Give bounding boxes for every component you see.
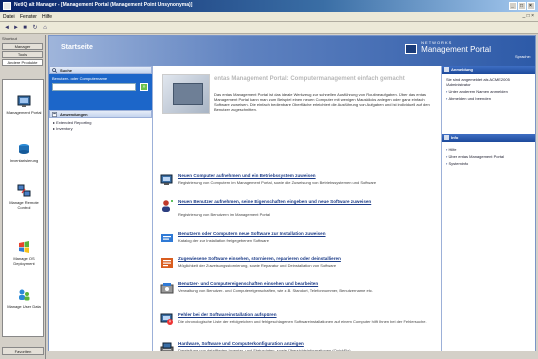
- info-panel-header: Info: [442, 134, 535, 142]
- shortcut-list: Management Portal Inventarisierung Manag…: [2, 79, 44, 337]
- applications-list: ▸ Extended Reporting ▸ Inventory: [49, 118, 152, 134]
- link-login-other-user[interactable]: Unter anderem Namen anmelden: [446, 89, 531, 94]
- search-icon: [52, 68, 57, 73]
- nav-column: Suche Benutzer- oder Computername » Anwe…: [49, 66, 153, 356]
- portal-header: Startseite NETWORKS Management Portal Sp…: [49, 36, 535, 66]
- intro-image: [162, 74, 210, 114]
- back-icon[interactable]: ◄: [3, 24, 11, 32]
- properties-icon: [160, 283, 174, 294]
- task-new-computer: Neuen Computer aufnehmen und ein Betrieb…: [160, 172, 436, 194]
- intro-title: entas Management Portal: Computermanagem…: [214, 76, 405, 82]
- favorites-button[interactable]: Favoriten: [2, 347, 44, 355]
- right-column: Anmeldung Sie sind angemeldet als ACME20…: [441, 66, 535, 356]
- portal-icon: [17, 95, 31, 107]
- new-user-icon: [162, 200, 173, 212]
- menu-bar: Datei Fenster Hilfe _ □ ×: [0, 12, 538, 22]
- task-link[interactable]: Hardware, Software und Computerkonfigura…: [178, 341, 434, 346]
- shortcut-header: Shortcut: [2, 36, 17, 41]
- login-panel-header: Anmeldung: [442, 66, 535, 74]
- link-logout[interactable]: Abmelden und beenden: [446, 96, 531, 101]
- new-computer-icon: [160, 174, 173, 185]
- refresh-icon[interactable]: ↻: [31, 24, 39, 32]
- main-content: entas Management Portal: Computermanagem…: [154, 66, 441, 356]
- window-title: NetIQ alt Manager - [Management Portal (…: [14, 2, 193, 8]
- shortcut-management-portal[interactable]: Management Portal: [3, 94, 45, 115]
- app-icon: [3, 2, 11, 10]
- assigned-software-icon: [161, 258, 173, 268]
- mdi-controls[interactable]: _ □ ×: [523, 13, 535, 19]
- minimize-button[interactable]: _: [509, 2, 517, 10]
- task-new-user: Neuen Benutzer aufnehmen, seine Eigensch…: [160, 198, 436, 220]
- intro-section: entas Management Portal: Computermanagem…: [162, 74, 434, 118]
- shortcut-user-data[interactable]: Manage User Data: [3, 288, 45, 309]
- forward-icon[interactable]: ►: [12, 24, 20, 32]
- user-data-icon: [19, 289, 30, 301]
- info-panel-body: Hilfe Über entas Management Portal Syste…: [442, 142, 535, 169]
- shortcut-inventory[interactable]: Inventarisierung: [3, 142, 45, 163]
- group-manager[interactable]: Manager: [2, 43, 43, 50]
- applications-icon: [52, 112, 57, 117]
- task-description: Registrierung von Benutzern im Managemen…: [178, 212, 271, 217]
- shortcut-bar: Shortcut Manager Tools Andere Produkte M…: [0, 35, 46, 359]
- os-deployment-icon: [19, 241, 29, 253]
- language-selector[interactable]: Sprache:: [515, 54, 531, 59]
- status-bar: [48, 351, 536, 359]
- task-link[interactable]: Fehler bei der Softwareinstallation aufs…: [178, 312, 434, 317]
- task-description: Registrierung von Computern im Managemen…: [178, 180, 377, 185]
- inventory-icon: [19, 144, 29, 154]
- task-properties: Benutzer- und Computereigenschaften eins…: [160, 280, 436, 302]
- task-link[interactable]: Benutzer- und Computereigenschaften eins…: [178, 281, 434, 286]
- link-help[interactable]: Hilfe: [446, 147, 531, 152]
- group-other-products[interactable]: Andere Produkte: [2, 59, 43, 66]
- login-panel-body: Sie sind angemeldet als ACME2005 \Admini…: [442, 74, 535, 104]
- task-link[interactable]: Neuen Computer aufnehmen und ein Betrieb…: [178, 173, 434, 178]
- task-link[interactable]: Neuen Benutzer aufnehmen, seine Eigensch…: [178, 199, 434, 204]
- portal-frame: Startseite NETWORKS Management Portal Sp…: [48, 35, 536, 357]
- search-input[interactable]: [52, 83, 136, 91]
- task-assigned-software: Zugewiesene Software einsehen, storniere…: [160, 255, 436, 277]
- shortcut-remote-control[interactable]: Manage Remote Control: [3, 184, 45, 210]
- error-search-icon: [160, 313, 173, 325]
- group-tools[interactable]: Tools: [2, 51, 43, 58]
- logo-mark-icon: [405, 44, 418, 54]
- applications-panel-header: Anwendungen: [49, 110, 152, 118]
- search-box: Benutzer- oder Computername »: [49, 74, 152, 110]
- menu-hilfe[interactable]: Hilfe: [42, 14, 52, 20]
- home-icon[interactable]: ⌂: [41, 24, 49, 32]
- menu-fenster[interactable]: Fenster: [20, 14, 37, 20]
- search-panel-header: Suche: [49, 66, 152, 74]
- login-status-text: Sie sind angemeldet als ACME2005 \Admini…: [446, 77, 510, 87]
- stop-icon[interactable]: ■: [21, 24, 29, 32]
- task-link[interactable]: Benutzern oder Computern neue Software z…: [178, 231, 434, 236]
- task-description: Möglichkeit der Zuweisungsstornierung, s…: [178, 263, 337, 268]
- task-assign-software: Benutzern oder Computern neue Software z…: [160, 230, 436, 252]
- search-label: Benutzer- oder Computername: [52, 76, 108, 81]
- login-icon: [444, 67, 449, 72]
- shortcut-os-deployment[interactable]: Manage OS Deployment: [3, 240, 45, 266]
- window-controls: _ □ ×: [508, 2, 535, 10]
- software-assign-icon: [161, 234, 173, 242]
- task-link[interactable]: Zugewiesene Software einsehen, storniere…: [178, 256, 434, 261]
- maximize-button[interactable]: □: [518, 2, 526, 10]
- close-button[interactable]: ×: [527, 2, 535, 10]
- link-system-info[interactable]: Systeminfo: [446, 161, 531, 166]
- menu-datei[interactable]: Datei: [3, 14, 15, 20]
- toolbar: ◄ ► ■ ↻ ⌂: [0, 22, 538, 34]
- title-bar: NetIQ alt Manager - [Management Portal (…: [0, 0, 538, 12]
- task-description: Katalog der zur Installation freigegeben…: [178, 238, 269, 243]
- search-go-button[interactable]: »: [140, 83, 148, 91]
- app-inventory[interactable]: ▸ Inventory: [53, 126, 148, 132]
- remote-control-icon: [17, 184, 31, 197]
- task-description: Verwaltung von Benutzer- und Computereig…: [178, 288, 373, 293]
- task-error-search: Fehler bei der Softwareinstallation aufs…: [160, 311, 436, 333]
- info-icon: [444, 135, 449, 140]
- start-link[interactable]: Startseite: [61, 44, 93, 51]
- task-description: Die chronologische Liste der erfolgreich…: [178, 319, 427, 324]
- intro-description: Das entas Management Portal ist das idea…: [214, 92, 430, 112]
- link-about[interactable]: Über entas Management Portal: [446, 154, 531, 159]
- portal-logo: NETWORKS Management Portal: [405, 40, 491, 54]
